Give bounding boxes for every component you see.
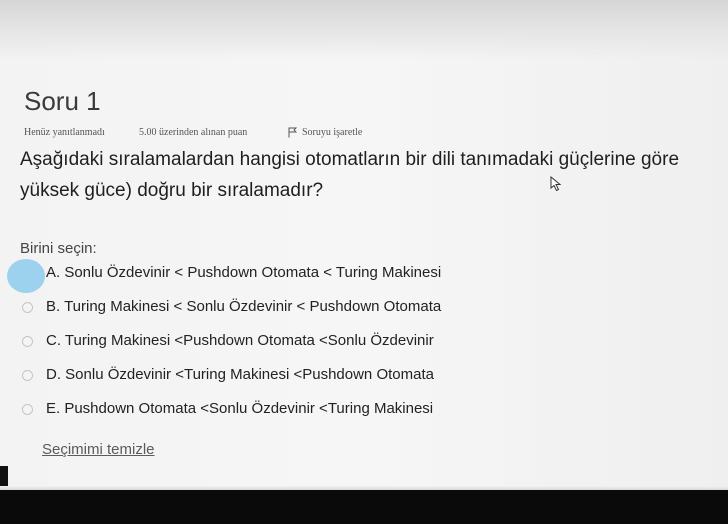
mouse-cursor-icon [550,176,562,192]
question-text: Aşağıdaki sıralamalardan hangisi otomatl… [20,144,728,206]
question-points: 5.00 üzerinden alınan puan [139,127,248,138]
top-shadow [0,0,728,60]
question-status: Henüz yanıtlanmadı [24,127,105,138]
radio-button-icon[interactable] [22,336,33,347]
question-info: Henüz yanıtlanmadı 5.00 üzerinden alınan… [24,127,724,141]
radio-button-icon[interactable] [22,302,33,313]
redaction-mark [7,259,45,293]
radio-button-icon[interactable] [22,404,33,415]
browser-screen: Soru 1 Henüz yanıtlanmadı 5.00 üzerinden… [0,0,728,490]
answer-option-label: A. Sonlu Özdevinir < Pushdown Otomata < … [46,264,442,281]
flag-question-link[interactable]: Soruyu işaretle [302,127,362,138]
question-text-line-2: yüksek güce) doğru bir sıralamadır? [20,180,324,201]
answer-option-label: C. Turing Makinesi <Pushdown Otomata <So… [46,332,434,349]
answer-option-label: B. Turing Makinesi < Sonlu Özdevinir < P… [46,298,442,315]
flag-icon[interactable] [288,127,298,141]
question-title: Soru 1 [24,86,101,116]
radio-button-icon[interactable] [22,370,33,381]
answer-prompt: Birini seçin: [20,240,97,257]
answer-option-label: E. Pushdown Otomata <Sonlu Özdevinir <Tu… [46,400,434,417]
answer-option-label: D. Sonlu Özdevinir <Turing Makinesi <Pus… [46,366,434,383]
monitor-bezel [0,490,728,524]
clear-selection-link[interactable]: Seçimimi temizle [42,441,155,458]
question-text-line-1: Aşağıdaki sıralamalardan hangisi otomatl… [20,149,680,170]
